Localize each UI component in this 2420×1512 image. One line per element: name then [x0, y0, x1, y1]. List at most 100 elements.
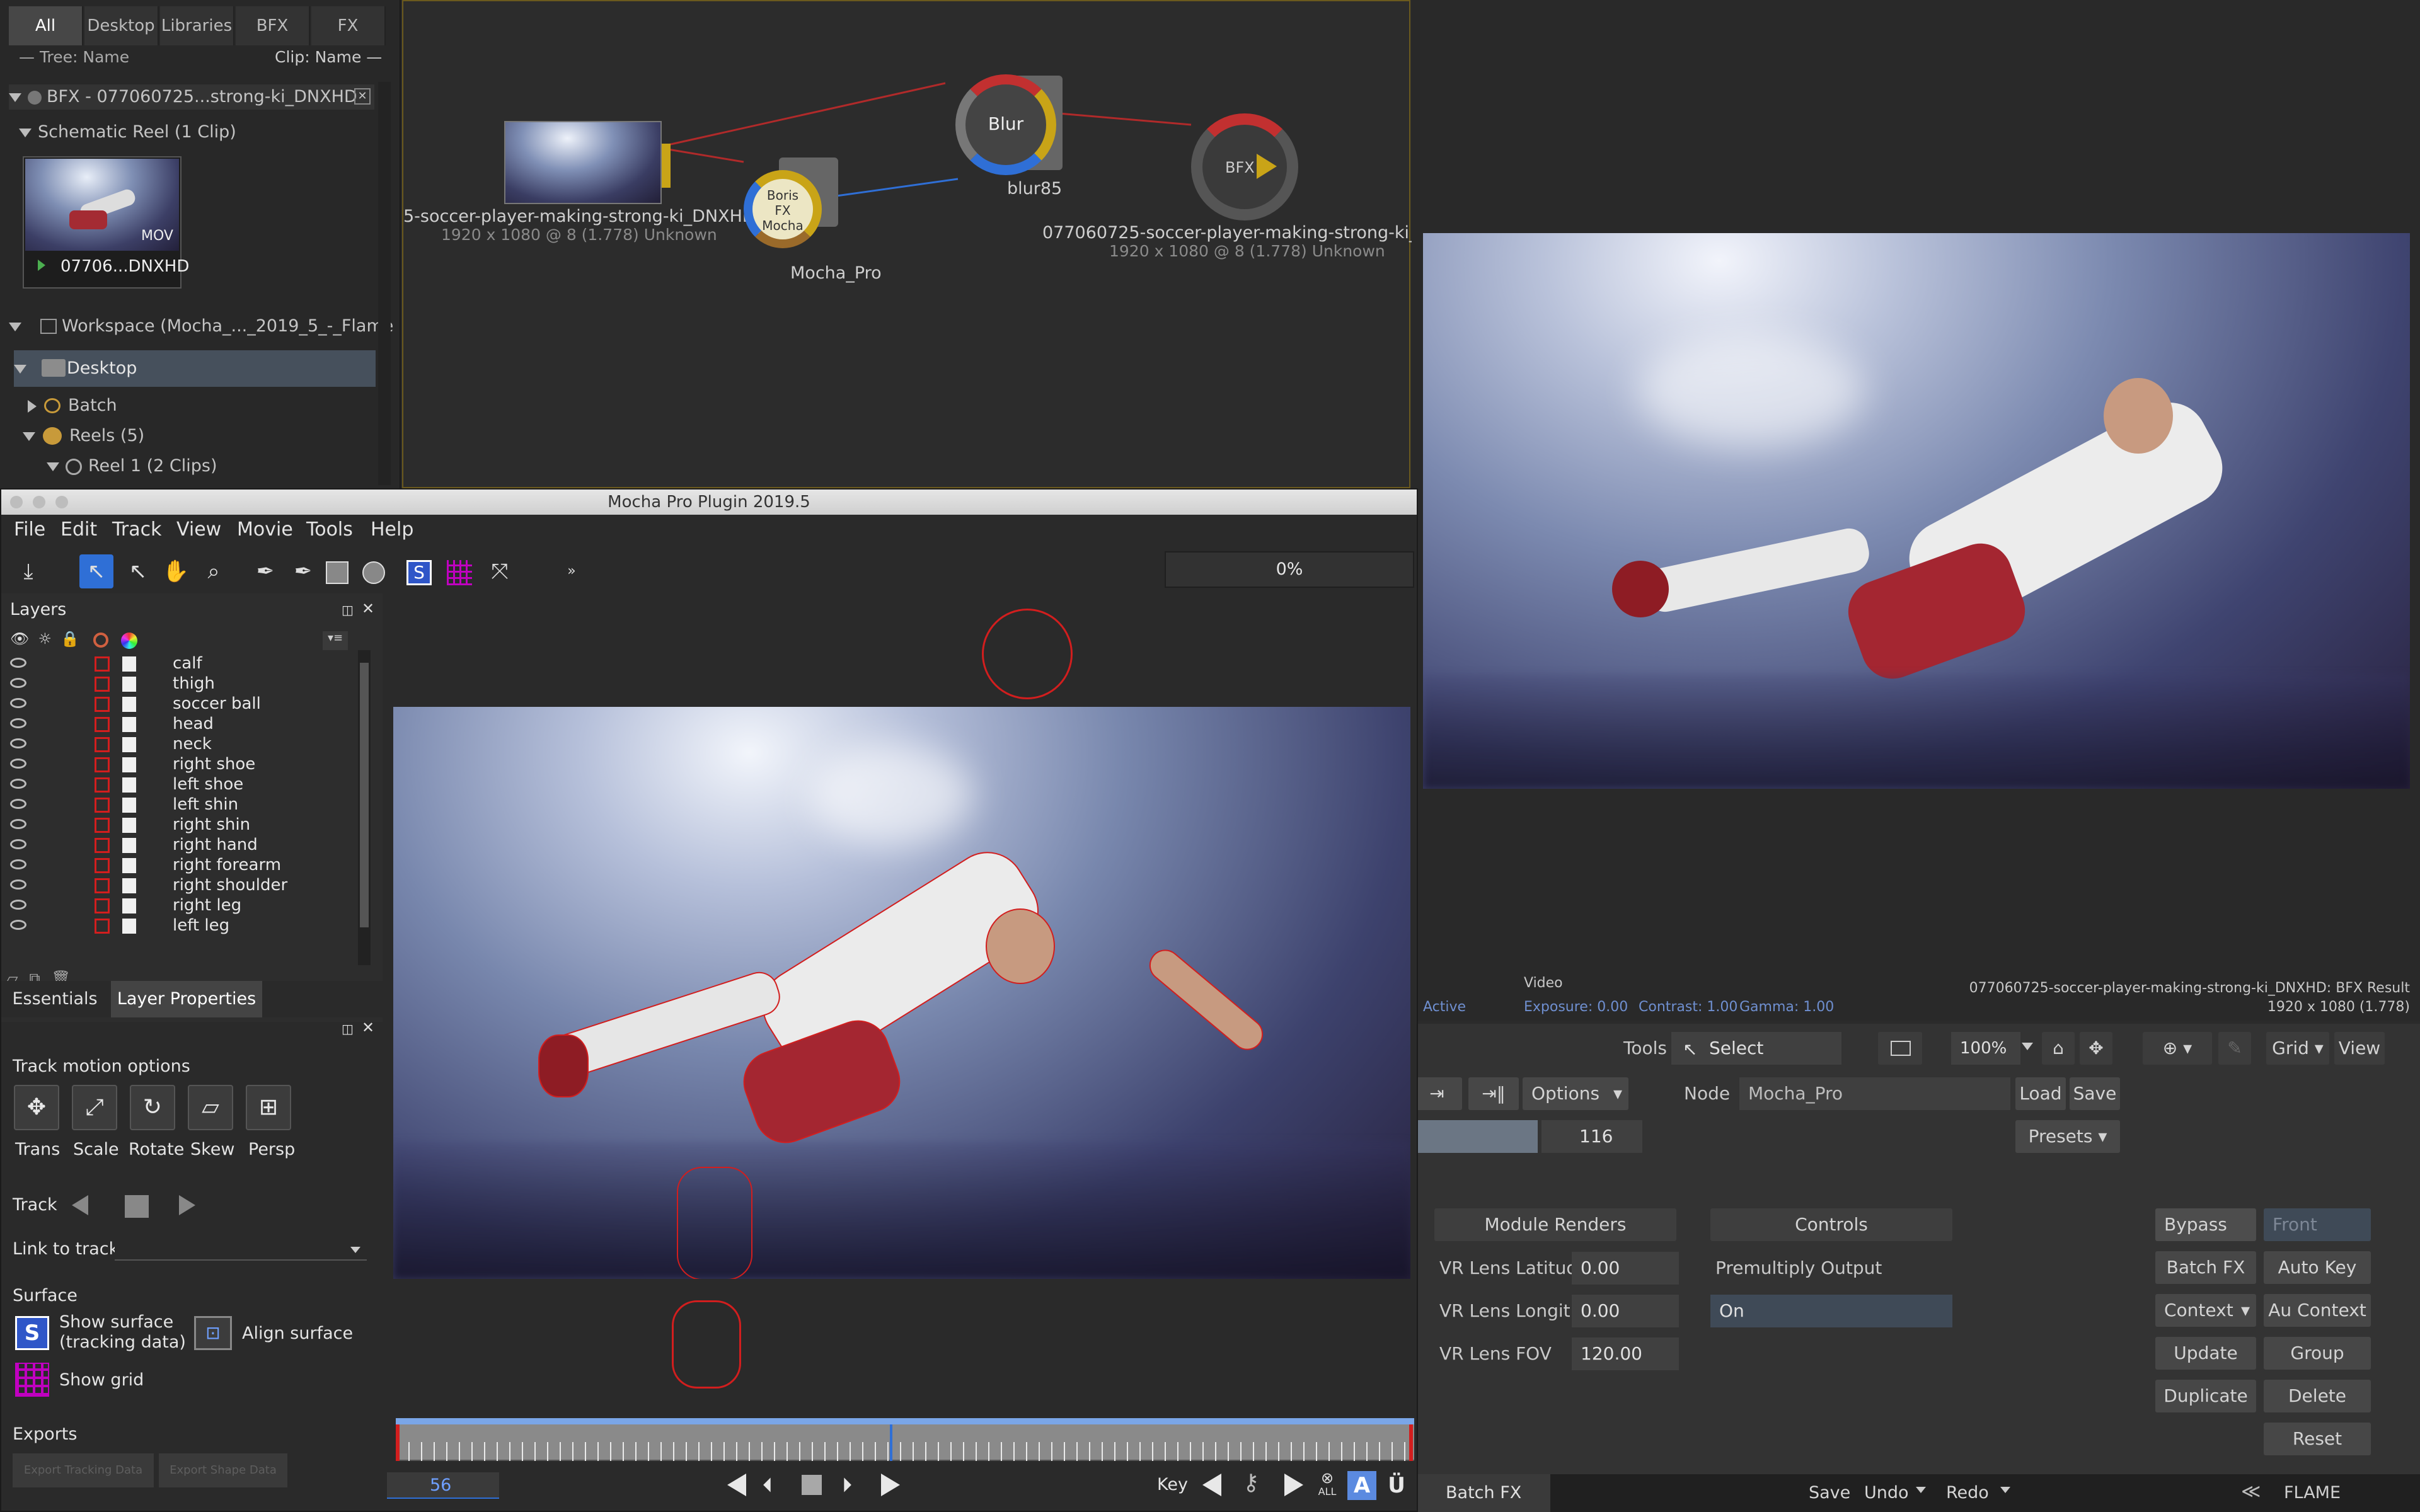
tab-layer-properties[interactable]: Layer Properties: [111, 981, 262, 1017]
library-scrollbar[interactable]: [378, 82, 391, 485]
layer-row[interactable]: soccer ball: [8, 694, 357, 714]
duplicate-button[interactable]: Duplicate: [2155, 1380, 2256, 1412]
result-image[interactable]: [1423, 233, 2410, 789]
tab-bfx[interactable]: BFX: [236, 6, 310, 45]
clip-sort-header[interactable]: Clip: Name —: [275, 48, 382, 66]
show-grid-icon[interactable]: [15, 1363, 49, 1397]
layout-icon[interactable]: [1878, 1032, 1922, 1065]
tab-all[interactable]: All: [9, 6, 83, 45]
layer-matte-swatch[interactable]: [122, 757, 136, 772]
timeline-out-marker[interactable]: [1409, 1424, 1413, 1461]
redo-chevron-down-icon[interactable]: [2000, 1487, 2010, 1493]
layer-matte-swatch[interactable]: [122, 717, 136, 732]
layer-row[interactable]: right shoulder: [8, 876, 357, 896]
layer-row[interactable]: neck: [8, 735, 357, 755]
export-tracking-button[interactable]: Export Tracking Data: [13, 1453, 154, 1487]
mocha-viewport[interactable]: [387, 593, 1417, 1463]
tab-essentials[interactable]: Essentials: [1, 981, 108, 1017]
layer-row[interactable]: calf: [8, 654, 357, 674]
layer-matte-swatch[interactable]: [122, 777, 136, 793]
auto-key-icon[interactable]: A: [1347, 1471, 1376, 1500]
tree-item-workspace[interactable]: Workspace (Mocha_..._2019_5_-_Flame: [9, 314, 393, 339]
props-float-icon[interactable]: ◫: [342, 1021, 354, 1036]
update-key-icon[interactable]: Ü: [1384, 1471, 1409, 1500]
props-close-icon[interactable]: ✕: [362, 1019, 374, 1036]
visibility-eye-icon[interactable]: [10, 738, 26, 748]
track-forward-icon[interactable]: [179, 1195, 195, 1215]
layers-scrollbar[interactable]: [358, 650, 371, 965]
more-tools-icon[interactable]: »: [555, 554, 589, 588]
layer-color-swatch[interactable]: [95, 818, 110, 833]
save-button[interactable]: Save: [2070, 1077, 2120, 1110]
pan-hand-icon[interactable]: ✋: [159, 554, 193, 588]
visibility-eye-icon[interactable]: [10, 678, 26, 688]
update-button[interactable]: Update: [2155, 1337, 2256, 1370]
window-minimize-icon[interactable]: [33, 496, 45, 508]
grid-tool-icon[interactable]: [442, 554, 476, 588]
layers-scroll-thumb[interactable]: [360, 663, 369, 927]
zoom-field[interactable]: 100%: [1951, 1032, 2020, 1065]
reset-button[interactable]: Reset: [2264, 1423, 2371, 1455]
mocha-clip-image[interactable]: [393, 707, 1410, 1279]
premultiply-field[interactable]: On: [1710, 1295, 1952, 1327]
visibility-eye-icon[interactable]: [10, 779, 26, 789]
calf-shape[interactable]: [672, 1300, 741, 1389]
save-download-icon[interactable]: ⤓: [11, 554, 45, 588]
undo-button[interactable]: Undo: [1864, 1483, 1909, 1503]
tree-sort-header[interactable]: — Tree: Name: [19, 48, 129, 66]
module-renders-header[interactable]: Module Renders: [1434, 1208, 1676, 1241]
menu-tools[interactable]: Tools: [306, 518, 353, 541]
load-button[interactable]: Load: [2015, 1077, 2066, 1110]
blur-node[interactable]: Blur: [955, 69, 1063, 176]
prev-key-icon[interactable]: [1202, 1474, 1221, 1496]
bypass-button[interactable]: Bypass: [2155, 1208, 2256, 1241]
visibility-eye-icon[interactable]: [10, 698, 26, 708]
panel-close-icon[interactable]: ✕: [362, 600, 374, 617]
layer-row[interactable]: left shoe: [8, 775, 357, 795]
step-forward-icon[interactable]: ⏵: [842, 1474, 865, 1496]
context-dropdown[interactable]: Context ▾: [2155, 1294, 2256, 1327]
layer-row[interactable]: right hand: [8, 835, 357, 856]
layer-matte-swatch[interactable]: [122, 858, 136, 873]
tree-item-bfx[interactable]: BFX - 077060725...strong-ki_DNXHD ✕: [9, 84, 374, 110]
tab-fx[interactable]: FX: [311, 6, 386, 45]
player-shorts-shape[interactable]: [734, 1011, 909, 1152]
circle-xspline-icon[interactable]: [357, 554, 391, 588]
layer-color-swatch[interactable]: [95, 858, 110, 873]
align-surface-icon[interactable]: ⊡: [194, 1316, 232, 1350]
panel-float-icon[interactable]: ◫: [342, 602, 354, 617]
schematic-graph[interactable]: 5-soccer-player-making-strong-ki_DNXHD […: [402, 0, 1444, 488]
window-zoom-icon[interactable]: [55, 496, 68, 508]
layer-matte-swatch[interactable]: [122, 818, 136, 833]
layer-color-swatch[interactable]: [95, 777, 110, 793]
layer-color-swatch[interactable]: [95, 697, 110, 712]
delete-all-keys-icon[interactable]: ⊗ ALL: [1315, 1470, 1340, 1501]
show-surface-icon[interactable]: S: [15, 1316, 49, 1350]
controls-header[interactable]: Controls: [1710, 1208, 1952, 1241]
timeline-ruler[interactable]: [396, 1424, 1414, 1461]
tree-item-reels[interactable]: Reels (5): [23, 423, 144, 449]
visibility-eye-icon[interactable]: [10, 839, 26, 849]
save-bottom-button[interactable]: Save: [1809, 1483, 1850, 1503]
layer-matte-swatch[interactable]: [122, 697, 136, 712]
close-icon[interactable]: ✕: [354, 88, 371, 105]
visibility-eye-icon[interactable]: [10, 879, 26, 890]
right-shoe-shape[interactable]: [538, 1034, 589, 1097]
tree-item-schematic-reel[interactable]: Schematic Reel (1 Clip): [19, 120, 236, 145]
xspline-pen-icon[interactable]: ✒: [248, 554, 282, 588]
link-to-track-select[interactable]: [115, 1238, 367, 1261]
visibility-eye-icon[interactable]: [10, 900, 26, 910]
presets-dropdown[interactable]: Presets ▾: [2015, 1120, 2120, 1153]
timeline-playhead[interactable]: [890, 1424, 892, 1461]
batch-fx-button[interactable]: Batch FX: [2155, 1251, 2256, 1284]
tab-batch-fx[interactable]: Batch FX: [1418, 1474, 1550, 1512]
layer-row[interactable]: head: [8, 714, 357, 735]
menu-help[interactable]: Help: [371, 518, 413, 541]
menu-movie[interactable]: Movie: [237, 518, 293, 541]
output-node[interactable]: BFX: [1191, 113, 1298, 220]
mocha-node[interactable]: Boris FX Mocha: [744, 158, 838, 255]
tab-libraries[interactable]: Libraries: [160, 6, 234, 45]
persp-motion-icon[interactable]: ⊞: [246, 1085, 291, 1130]
track-stop-icon[interactable]: [125, 1195, 149, 1218]
result-viewer[interactable]: Video Active Exposure: 0.00 Contrast: 1.…: [1412, 0, 2420, 1021]
